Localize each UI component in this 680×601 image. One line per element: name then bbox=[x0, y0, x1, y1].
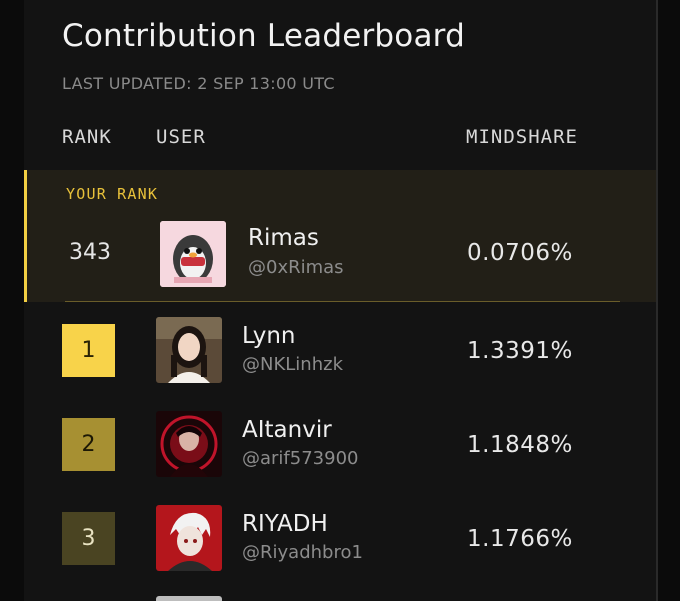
last-updated-text: LAST UPDATED: 2 SEP 13:00 UTC bbox=[62, 74, 335, 93]
column-header-mindshare[interactable]: MINDSHARE bbox=[466, 126, 578, 148]
rank-badge: 2 bbox=[62, 418, 115, 471]
mindshare-value: 1.1848% bbox=[467, 432, 573, 458]
page-title: Contribution Leaderboard bbox=[62, 18, 465, 54]
table-row[interactable]: 3 RIYADH @Riyadhbro1 1.1766% bbox=[24, 493, 656, 587]
user-handle[interactable]: @arif573900 bbox=[242, 448, 358, 469]
user-handle[interactable]: @NKLinhzk bbox=[242, 354, 343, 375]
rank-badge: 1 bbox=[62, 324, 115, 377]
user-name[interactable]: Lynn bbox=[242, 323, 295, 349]
mindshare-value: 1.3391% bbox=[467, 338, 573, 364]
portrait-avatar-icon[interactable] bbox=[156, 317, 222, 383]
user-handle[interactable]: @Riyadhbro1 bbox=[242, 542, 363, 563]
column-header-user[interactable]: USER bbox=[156, 126, 206, 148]
anime-avatar-icon[interactable] bbox=[156, 411, 222, 477]
table-row[interactable]: 2 AItanvir @arif573900 1.1848% bbox=[24, 399, 656, 493]
penguin-avatar-icon[interactable] bbox=[160, 221, 226, 287]
anime-avatar-icon[interactable] bbox=[156, 505, 222, 571]
mindshare-value: 1.1766% bbox=[467, 526, 573, 552]
user-name[interactable]: RIYADH bbox=[242, 511, 328, 537]
your-rank-label: YOUR RANK bbox=[66, 185, 159, 203]
mindshare-value: 0.0706% bbox=[467, 240, 573, 266]
your-rank-number: 343 bbox=[69, 240, 111, 265]
user-name[interactable]: AItanvir bbox=[242, 417, 332, 443]
next-row-avatar bbox=[156, 596, 222, 601]
divider bbox=[65, 301, 620, 302]
your-rank-row[interactable]: YOUR RANK 343 Rimas @0xRimas 0.0706% bbox=[24, 170, 656, 302]
table-row[interactable]: 1 Lynn @NKLinhzk 1.3391% bbox=[24, 305, 656, 399]
rank-badge: 3 bbox=[62, 512, 115, 565]
user-handle[interactable]: @0xRimas bbox=[248, 257, 344, 278]
user-name[interactable]: Rimas bbox=[248, 225, 319, 251]
column-header-rank[interactable]: RANK bbox=[62, 126, 112, 148]
leaderboard-panel: Contribution Leaderboard LAST UPDATED: 2… bbox=[24, 0, 658, 601]
